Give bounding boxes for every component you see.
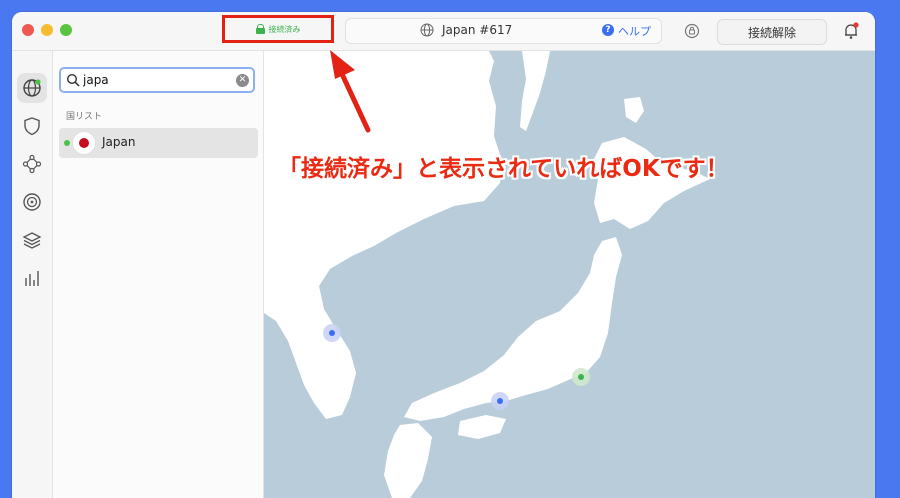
annotation-arrow bbox=[330, 50, 371, 133]
